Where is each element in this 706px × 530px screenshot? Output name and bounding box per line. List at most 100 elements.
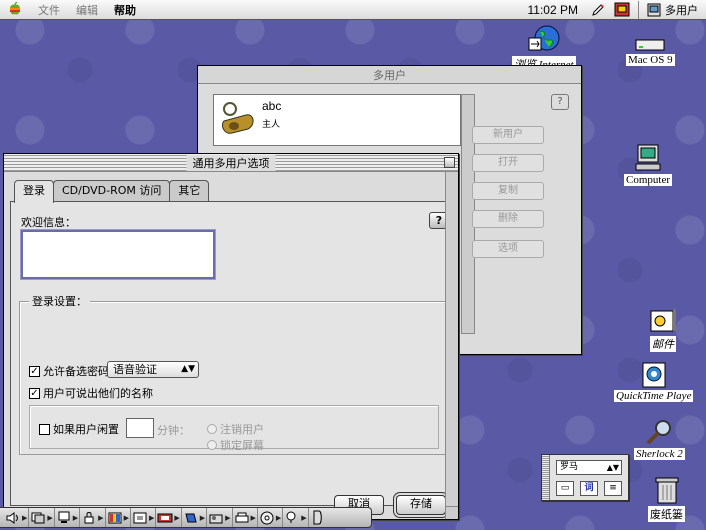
logout-user-label: 注销用户: [220, 423, 264, 436]
lock-screen-radio[interactable]: [207, 440, 217, 450]
alt-password-method-select[interactable]: 语音验证 ▲▼: [107, 361, 199, 378]
remote-access-icon: [157, 510, 173, 525]
collapse-box-icon[interactable]: [444, 157, 455, 168]
desktop-icon-macos9[interactable]: Mac OS 9: [626, 38, 675, 66]
control-strip-monitor[interactable]: ▶: [55, 508, 81, 527]
monitor-icon: [56, 510, 72, 525]
desktop-icon-label: Computer: [624, 174, 672, 186]
duplicate-button[interactable]: 复制: [472, 182, 544, 200]
speaker-icon: [5, 510, 21, 525]
idle-checkbox[interactable]: [39, 423, 50, 435]
apple-menu[interactable]: [0, 1, 30, 18]
welcome-message-label: 欢迎信息：: [21, 216, 76, 229]
list-item[interactable]: abc 主人: [214, 95, 460, 143]
delete-button[interactable]: 删除: [472, 210, 544, 228]
menu-edit[interactable]: 编辑: [68, 2, 106, 18]
welcome-message-input[interactable]: [21, 230, 215, 279]
window-titlebar[interactable]: 通用多用户选项: [4, 154, 458, 172]
resize-handle-icon[interactable]: [445, 506, 458, 519]
control-strip-resolution[interactable]: ▶: [131, 508, 157, 527]
logout-user-radio[interactable]: [207, 424, 217, 434]
file-sharing-icon: [208, 510, 224, 525]
alt-password-method-value: 语音验证: [113, 363, 157, 376]
app-menu[interactable]: 多用户: [643, 2, 706, 18]
candidate-list-icon[interactable]: ≡: [604, 481, 622, 496]
apps-icon: [30, 510, 46, 525]
triangle-right-icon: ▶: [301, 513, 307, 522]
login-tab-panel: 欢迎信息： ? 登录设置： ✓ 允许备选密码 语音验证 ▲▼ ✓ 用户可说出他们…: [10, 201, 452, 506]
window-titlebar[interactable]: 多用户: [198, 66, 581, 84]
tab-login[interactable]: 登录: [14, 180, 54, 203]
palette-drag-bar[interactable]: [542, 455, 550, 500]
control-strip-colors[interactable]: ▶: [106, 508, 131, 527]
desktop-icon-sherlock[interactable]: Sherlock 2: [634, 418, 685, 460]
desktop-icon-quicktime[interactable]: QuickTime Playe: [614, 362, 694, 402]
logout-user-option[interactable]: 注销用户: [207, 421, 264, 437]
triangle-right-icon: ▶: [250, 513, 256, 522]
desktop-icon-mail[interactable]: 邮件: [648, 306, 678, 352]
help-button[interactable]: ?: [551, 94, 569, 110]
menubar-clock[interactable]: 11:02 PM: [520, 3, 586, 17]
desktop-icon-label: QuickTime Playe: [614, 390, 694, 402]
menu-file[interactable]: 文件: [30, 2, 68, 18]
speech-icon: [284, 510, 300, 525]
triangle-right-icon: ▶: [47, 513, 53, 522]
control-strip-file-sharing[interactable]: ▶: [207, 508, 233, 527]
window-title: 通用多用户选项: [186, 154, 276, 171]
keyboard-input-palette: 罗马 ▲▼ ▭ 词 ≡: [541, 454, 629, 501]
allow-alt-password-row[interactable]: ✓ 允许备选密码: [29, 363, 109, 379]
window-title: 多用户: [373, 68, 406, 82]
control-strip-appswitch[interactable]: ▶: [29, 508, 55, 527]
window-scrollbar[interactable]: [445, 172, 458, 519]
desktop-icon-trash[interactable]: 废纸篓: [648, 476, 685, 522]
desktop-icon-label: 邮件: [650, 336, 676, 352]
triangle-right-icon: ▶: [22, 513, 28, 522]
keyboard-layout-select[interactable]: 罗马 ▲▼: [556, 460, 622, 475]
application-switcher-icon[interactable]: [612, 2, 632, 18]
word-button[interactable]: 词: [580, 481, 598, 496]
triangle-right-icon: ▶: [174, 513, 180, 522]
lock-screen-label: 锁定屏幕: [220, 439, 264, 452]
lock-screen-option[interactable]: 锁定屏幕: [207, 437, 264, 453]
app-menu-label: 多用户: [665, 3, 698, 17]
login-settings-label: 登录设置：: [29, 293, 90, 309]
desktop-icon-label: 废纸篓: [648, 506, 685, 522]
idle-row[interactable]: 如果用户闲置: [39, 421, 119, 437]
user-list[interactable]: abc 主人: [213, 94, 461, 146]
control-strip-appletalk[interactable]: ▶: [182, 508, 208, 527]
menu-help[interactable]: 帮助: [106, 2, 144, 18]
color-depth-icon: [107, 510, 123, 525]
appletalk-icon: [183, 510, 199, 525]
triangle-right-icon: ▶: [275, 513, 282, 522]
speak-names-label: 用户可说出他们的名称: [43, 387, 153, 400]
input-mode-icon[interactable]: ▭: [556, 481, 574, 496]
control-strip-cd[interactable]: ▶: [258, 508, 284, 527]
triangle-right-icon: ▶: [199, 513, 206, 522]
idle-label: 如果用户闲置: [53, 423, 119, 436]
desktop-icon-computer[interactable]: Computer: [624, 144, 672, 186]
lock-icon: [81, 510, 97, 525]
control-strip-printer[interactable]: ▶: [233, 508, 258, 527]
control-strip-security[interactable]: ▶: [80, 508, 106, 527]
triangle-right-icon: ▶: [72, 513, 79, 522]
strip-end-tab-icon: [310, 510, 326, 525]
tab-cd-dvd-access[interactable]: CD/DVD-ROM 访问: [53, 180, 171, 202]
options-button[interactable]: 选项: [472, 240, 544, 258]
save-button[interactable]: 存储: [396, 495, 446, 515]
minutes-label: 分钟：: [157, 424, 190, 437]
control-strip-sound[interactable]: ▶: [4, 508, 30, 527]
apple-logo-icon: [10, 1, 20, 15]
pencil-icon[interactable]: [588, 2, 608, 18]
control-strip-remote-access[interactable]: ▶: [156, 508, 182, 527]
allow-alt-password-checkbox[interactable]: ✓: [29, 365, 40, 377]
open-button[interactable]: 打开: [472, 154, 544, 172]
tab-other[interactable]: 其它: [169, 180, 210, 202]
triangle-right-icon: ▶: [225, 513, 231, 522]
idle-minutes-input[interactable]: [126, 418, 154, 438]
control-strip-speech[interactable]: ▶: [283, 508, 309, 527]
new-user-button[interactable]: 新用户: [472, 126, 544, 144]
speak-names-row[interactable]: ✓ 用户可说出他们的名称: [29, 385, 153, 401]
speak-names-checkbox[interactable]: ✓: [29, 387, 40, 399]
triangle-right-icon: ▶: [148, 513, 155, 522]
control-strip-tab[interactable]: [309, 508, 327, 527]
